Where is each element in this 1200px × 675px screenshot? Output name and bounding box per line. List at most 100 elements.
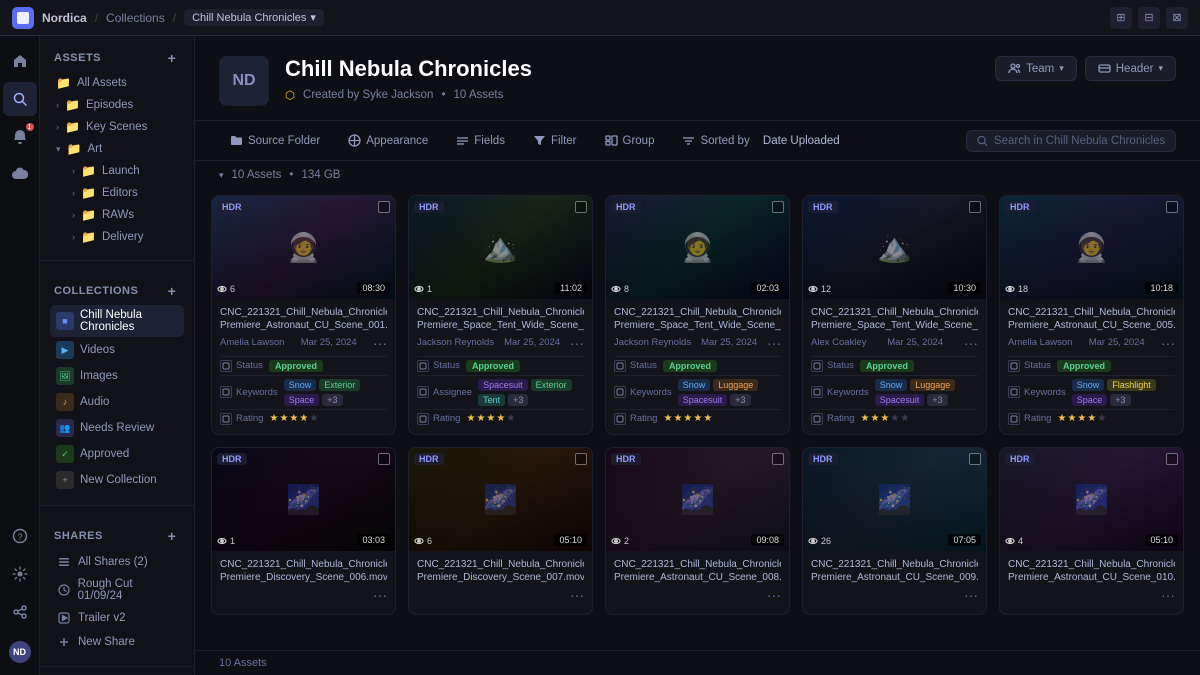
duration-badge: 02:03 [751,282,784,294]
nav-settings-icon[interactable] [3,557,37,591]
status-field-row: Status Approved [417,356,584,375]
asset-options-button[interactable]: ··· [767,587,781,603]
shares-trailer-item[interactable]: Trailer v2 [50,606,184,630]
asset-options-button[interactable]: ··· [1161,587,1175,603]
asset-card[interactable]: 🧑‍🚀 HDR 02:03 8 CNC_221321_Chill_Nebula_… [605,195,790,435]
shares-section: Shares + All Shares (2) Rough Cut 01/09/… [40,514,194,658]
asset-checkbox[interactable] [1166,201,1178,213]
sidebar-item-chill-nebula[interactable]: ■ Chill Nebula Chronicles [50,305,184,337]
sidebar-item-all-assets[interactable]: 📁 All Assets [50,72,184,94]
nav-search-icon[interactable] [3,82,37,116]
search-box[interactable] [966,130,1176,152]
layout-icon-2[interactable]: ⊟ [1138,7,1160,29]
asset-thumbnail: 🧑‍🚀 HDR 10:18 18 [1000,196,1183,299]
asset-options-button[interactable]: ··· [964,587,978,603]
search-input[interactable] [994,135,1165,147]
sidebar-item-editors[interactable]: › 📁 Editors [50,182,184,204]
asset-options-button[interactable]: ··· [570,587,584,603]
created-by: Created by Syke Jackson [303,89,433,101]
shares-new-share-item[interactable]: New Share [50,630,184,654]
asset-options-button[interactable]: ··· [767,335,781,351]
asset-checkbox[interactable] [575,453,587,465]
asset-card[interactable]: 🧑‍🚀 HDR 10:18 18 CNC_221321_Chill_Nebula… [999,195,1184,435]
status-field-row: Status Approved [811,356,978,375]
asset-card[interactable]: 🏔️ HDR 10:30 12 CNC_221321_Chill_Nebula_… [802,195,987,435]
star-rating[interactable]: ★★★★★ [269,413,318,424]
filter-button[interactable]: Filter [522,129,588,152]
source-folder-button[interactable]: Source Folder [219,129,331,152]
nav-cloud-icon[interactable] [3,158,37,192]
star-rating[interactable]: ★★★★★ [1057,413,1106,424]
collection-new-icon: + [56,471,74,489]
assets-add-button[interactable]: + [164,50,180,66]
sidebar-item-needs-review[interactable]: 👥 Needs Review [50,415,184,441]
hdr-badge: HDR [611,201,641,213]
layout-icon-1[interactable]: ⊞ [1110,7,1132,29]
sidebar-item-episodes[interactable]: › 📁 Episodes [50,94,184,116]
breadcrumb-collections[interactable]: Collections [106,11,165,25]
asset-card[interactable]: 🏔️ HDR 11:02 1 CNC_221321_Chill_Nebula_C… [408,195,593,435]
asset-card[interactable]: 🌌 HDR 03:03 1 CNC_221321_Chill_Nebula_Ch… [211,447,396,615]
asset-checkbox[interactable] [378,201,390,213]
sidebar-divider-1 [40,260,194,261]
asset-filename: CNC_221321_Chill_Nebula_Chronicles-Premi… [811,306,978,332]
thumb-figure: 🌌 [483,483,518,516]
topbar-actions: ⊞ ⊟ ⊠ [1110,7,1188,29]
shares-add-button[interactable]: + [164,528,180,544]
star-rating[interactable]: ★★★★★ [663,413,712,424]
team-icon [1008,62,1021,75]
shares-all-item[interactable]: All Shares (2) [50,550,184,574]
asset-card[interactable]: 🌌 HDR 05:10 4 CNC_221321_Chill_Nebula_Ch… [999,447,1184,615]
asset-checkbox[interactable] [969,201,981,213]
sidebar-item-images[interactable]: 🖼 Images [50,363,184,389]
asset-options-button[interactable]: ··· [964,335,978,351]
user-avatar[interactable]: ND [9,641,31,663]
star-rating[interactable]: ★★★★★ [860,413,909,424]
sidebar-item-new-collection[interactable]: + New Collection [50,467,184,493]
collections-add-button[interactable]: + [164,283,180,299]
asset-checkbox[interactable] [575,201,587,213]
status-field-row: Status Approved [1008,356,1175,375]
appearance-button[interactable]: Appearance [337,129,439,152]
thumb-figure: 🧑‍🚀 [1074,231,1109,264]
asset-filename: CNC_221321_Chill_Nebula_Chronicles-Premi… [811,558,978,584]
asset-checkbox[interactable] [969,453,981,465]
team-button[interactable]: Team ▾ [995,56,1077,81]
asset-card[interactable]: 🌌 HDR 05:10 6 CNC_221321_Chill_Nebula_Ch… [408,447,593,615]
asset-checkbox[interactable] [378,453,390,465]
app-logo[interactable] [12,7,34,29]
asset-options-button[interactable]: ··· [373,587,387,603]
sidebar-item-delivery[interactable]: › 📁 Delivery [50,226,184,248]
assets-chevron[interactable]: ▾ [219,170,224,181]
sidebar-item-raws[interactable]: › 📁 RAWs [50,204,184,226]
search-icon [977,135,988,147]
nav-question-icon[interactable]: ? [3,519,37,553]
sidebar-item-approved[interactable]: ✓ Approved [50,441,184,467]
sidebar-item-audio[interactable]: ♪ Audio [50,389,184,415]
asset-checkbox[interactable] [1166,453,1178,465]
sidebar-item-key-scenes[interactable]: › 📁 Key Scenes [50,116,184,138]
asset-options-button[interactable]: ··· [1161,335,1175,351]
nav-bell-icon[interactable]: 1 [3,120,37,154]
star-rating[interactable]: ★★★★★ [466,413,515,424]
nav-share-icon[interactable] [3,595,37,629]
header-button[interactable]: Header ▾ [1085,56,1176,81]
asset-card[interactable]: 🌌 HDR 09:08 2 CNC_221321_Chill_Nebula_Ch… [605,447,790,615]
layout-icon-3[interactable]: ⊠ [1166,7,1188,29]
sidebar-item-videos[interactable]: ▶ Videos [50,337,184,363]
asset-card[interactable]: 🌌 HDR 07:05 26 CNC_221321_Chill_Nebula_C… [802,447,987,615]
sidebar-item-art[interactable]: ▾ 📁 Art [50,138,184,160]
asset-options-button[interactable]: ··· [373,335,387,351]
sort-button[interactable]: Sorted by Date Uploaded [671,129,850,152]
nav-home-icon[interactable] [3,44,37,78]
asset-checkbox[interactable] [772,201,784,213]
asset-checkbox[interactable] [772,453,784,465]
group-button[interactable]: Group [594,129,666,152]
fields-button[interactable]: Fields [445,129,516,152]
asset-card[interactable]: 🧑‍🚀 HDR 08:30 6 CNC_221321_Chill_Nebula_… [211,195,396,435]
hdr-badge: HDR [414,453,444,465]
shares-rough-cut-item[interactable]: Rough Cut 01/09/24 [50,574,184,606]
asset-options-button[interactable]: ··· [570,335,584,351]
breadcrumb-current[interactable]: Chill Nebula Chronicles ▾ [184,9,324,26]
sidebar-item-launch[interactable]: › 📁 Launch [50,160,184,182]
